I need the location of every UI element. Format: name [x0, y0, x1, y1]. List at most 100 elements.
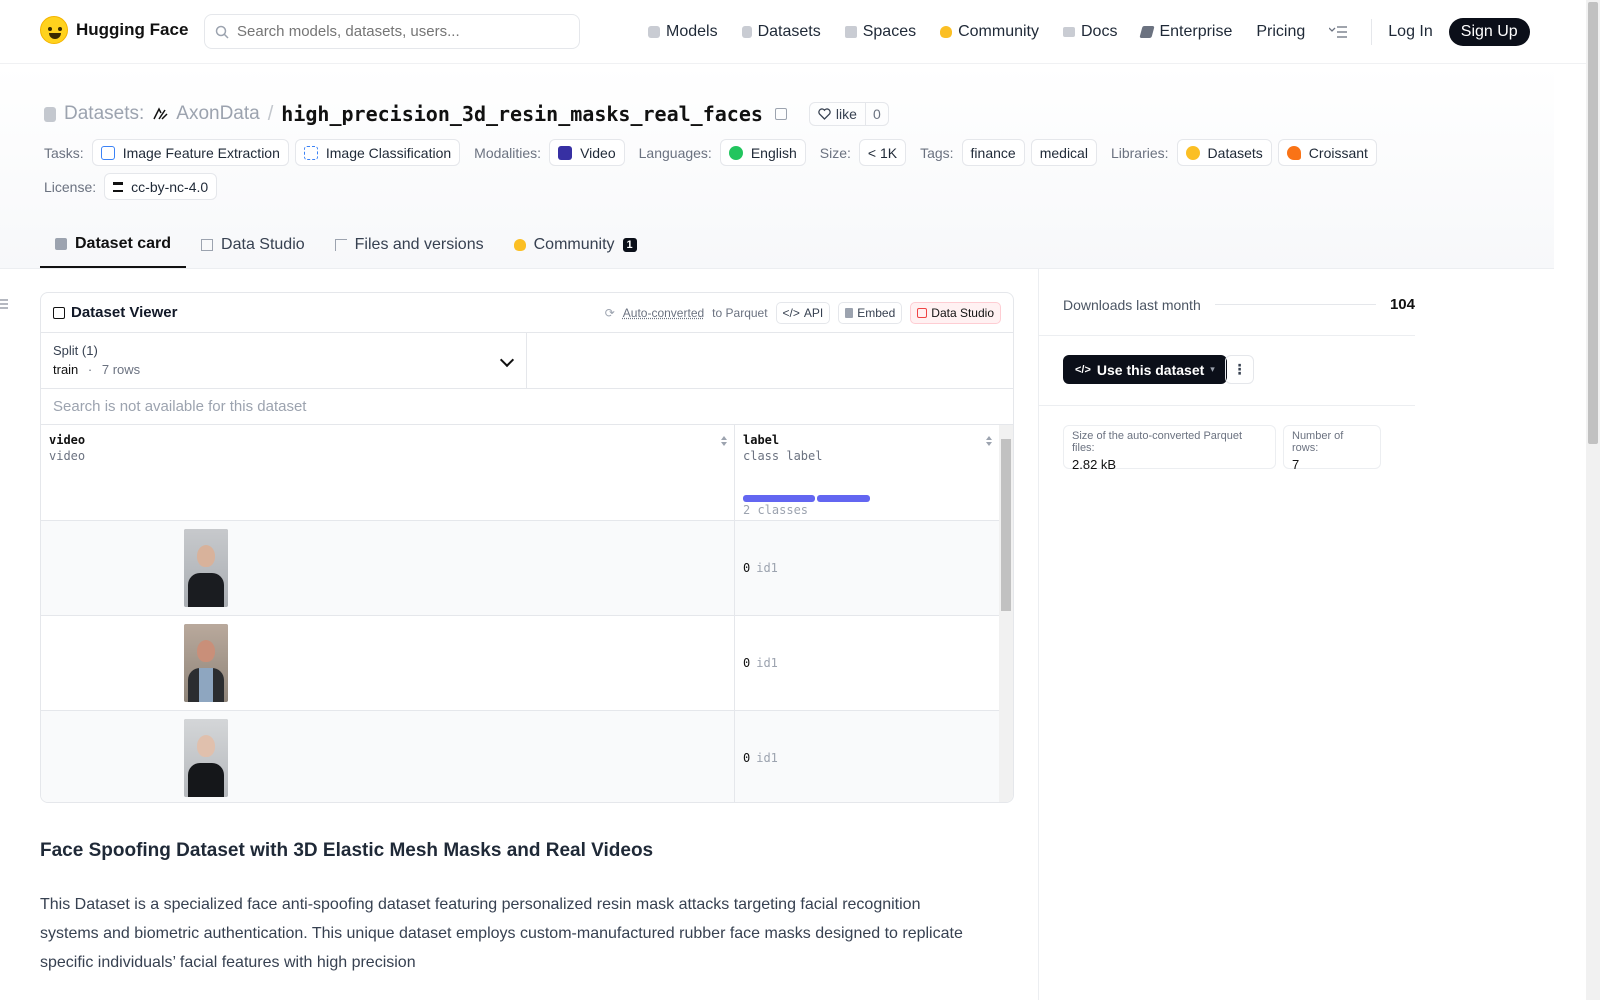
column-header-video[interactable]: video video — [41, 425, 735, 521]
nav-pricing-label: Pricing — [1256, 23, 1306, 40]
modality-chip-video[interactable]: Video — [549, 139, 625, 166]
sort-icon[interactable] — [985, 435, 993, 447]
api-button[interactable]: </> API — [775, 301, 831, 324]
library-label: Croissant — [1308, 144, 1368, 161]
label-index: 0 — [743, 751, 751, 765]
community-icon — [513, 239, 526, 251]
table-scrollbar[interactable] — [999, 425, 1013, 802]
like-count: 0 — [872, 106, 881, 122]
license-chip[interactable]: cc-by-nc-4.0 — [104, 173, 218, 200]
modalities-label: Modalities: — [474, 144, 542, 161]
login-link[interactable]: Log In — [1388, 23, 1432, 41]
license-group: License: cc-by-nc-4.0 — [44, 173, 223, 200]
task-chip-image-feature-extraction[interactable]: Image Feature Extraction — [91, 139, 289, 166]
column-header-label[interactable]: label class label 2 classes — [735, 425, 999, 521]
table-scrollbar-thumb[interactable] — [1001, 439, 1011, 611]
signup-button[interactable]: Sign Up — [1448, 18, 1530, 46]
org-link[interactable]: AxonData — [176, 103, 259, 125]
nav-docs[interactable]: Docs — [1063, 18, 1117, 46]
search-input[interactable] — [237, 23, 557, 40]
viewer-title: Dataset Viewer — [53, 304, 177, 321]
refresh-icon: ⟳ — [604, 305, 615, 320]
tab-label: Data Studio — [221, 236, 305, 253]
nav-spaces[interactable]: Spaces — [844, 18, 916, 46]
like-button[interactable]: like — [810, 103, 866, 125]
tab-dataset-card[interactable]: Dataset card — [40, 222, 187, 268]
table-row[interactable]: 0 id1 — [41, 711, 999, 802]
tab-label: Dataset card — [75, 235, 172, 252]
tab-data-studio[interactable]: Data Studio — [186, 222, 320, 268]
nav-enterprise[interactable]: Enterprise — [1139, 18, 1233, 46]
thumbnail-body — [188, 668, 224, 702]
split-selector[interactable]: Split (1) train · 7 rows — [41, 333, 527, 388]
tab-files-and-versions[interactable]: Files and versions — [320, 222, 499, 268]
more-options-button[interactable]: ⋮ — [1225, 355, 1254, 384]
globe-icon — [728, 145, 743, 160]
nav-divider — [1371, 19, 1373, 45]
stat-label: Number of rows: — [1292, 430, 1344, 454]
use-button-label: Use this dataset — [1096, 361, 1205, 378]
search-icon — [215, 25, 229, 39]
nav-models[interactable]: Models — [648, 18, 718, 46]
datasets-crumb[interactable]: Datasets: — [64, 103, 144, 125]
table-row[interactable]: 0 id1 — [41, 521, 999, 616]
size-chip[interactable]: < 1K — [858, 139, 907, 166]
sidebar: Downloads last month 104 </> Use this da… — [1038, 269, 1554, 1000]
nav-community[interactable]: Community — [940, 18, 1039, 46]
stat-label: Size of the auto-converted Parquet files… — [1072, 430, 1242, 454]
class-distribution-bar — [743, 495, 870, 502]
metadata-row-1: Tasks: Image Feature Extraction Image Cl… — [44, 139, 1391, 166]
sort-icon[interactable] — [720, 435, 728, 447]
nav-pricing[interactable]: Pricing — [1256, 18, 1305, 46]
parquet-size-stat: Size of the auto-converted Parquet files… — [1063, 425, 1276, 472]
video-thumbnail[interactable] — [184, 719, 228, 797]
dataset-name[interactable]: high_precision_3d_resin_masks_real_faces — [281, 102, 763, 126]
video-thumbnail[interactable] — [184, 624, 228, 702]
more-menu-button[interactable] — [1329, 18, 1348, 46]
language-chip-english[interactable]: English — [719, 139, 806, 166]
brand-logo[interactable]: Hugging Face — [40, 16, 188, 44]
auto-converted-link[interactable]: Auto-converted — [623, 306, 704, 320]
dataset-icon — [44, 106, 56, 122]
models-icon — [648, 26, 660, 38]
search-box[interactable] — [204, 14, 580, 49]
nav-enterprise-label: Enterprise — [1159, 23, 1233, 40]
data-studio-button[interactable]: Data Studio — [910, 301, 1001, 324]
embed-button[interactable]: Embed — [838, 301, 903, 324]
row-count-stat: Number of rows: 7 — [1283, 425, 1381, 472]
thumbnail-face — [197, 735, 215, 757]
card-paragraph: This Dataset is a specialized face anti-… — [40, 896, 963, 971]
community-count-badge: 1 — [622, 238, 637, 252]
tag-chip-finance[interactable]: finance — [961, 139, 1025, 166]
org-avatar-icon — [153, 107, 168, 120]
label-cell: 0 id1 — [743, 561, 778, 575]
page-scrollbar[interactable] — [1586, 0, 1600, 1000]
modalities-group: Modalities: Video — [474, 139, 630, 166]
class-bar-segment[interactable] — [817, 495, 870, 502]
community-icon — [940, 26, 953, 38]
data-studio-label: Data Studio — [931, 305, 994, 320]
downloads-row: Downloads last month 104 — [1063, 296, 1415, 313]
like-label: like — [835, 106, 857, 122]
grid-icon — [53, 306, 65, 319]
dataset-tabs: Dataset card Data Studio Files and versi… — [40, 222, 652, 269]
page-scrollbar-thumb[interactable] — [1588, 2, 1598, 444]
tag-chip-medical[interactable]: medical — [1030, 139, 1097, 166]
size-group: Size: < 1K — [820, 139, 912, 166]
divider — [1039, 335, 1415, 336]
thumbnail-body — [188, 763, 224, 797]
tasks-label: Tasks: — [44, 144, 84, 161]
nav-datasets[interactable]: Datasets — [741, 18, 821, 46]
metadata-row-2: License: cc-by-nc-4.0 — [44, 173, 231, 200]
library-chip-croissant[interactable]: Croissant — [1277, 139, 1377, 166]
table-row[interactable]: 0 id1 — [41, 616, 999, 711]
copy-icon[interactable] — [774, 108, 787, 120]
tags-label: Tags: — [920, 144, 954, 161]
use-this-dataset-button[interactable]: </> Use this dataset ▾ — [1063, 355, 1227, 384]
video-thumbnail[interactable] — [184, 529, 228, 607]
toc-toggle-icon[interactable] — [0, 298, 8, 310]
library-chip-datasets[interactable]: Datasets — [1176, 139, 1272, 166]
task-chip-image-classification[interactable]: Image Classification — [294, 139, 461, 166]
tab-community[interactable]: Community 1 — [499, 222, 652, 268]
class-bar-segment[interactable] — [743, 495, 815, 502]
